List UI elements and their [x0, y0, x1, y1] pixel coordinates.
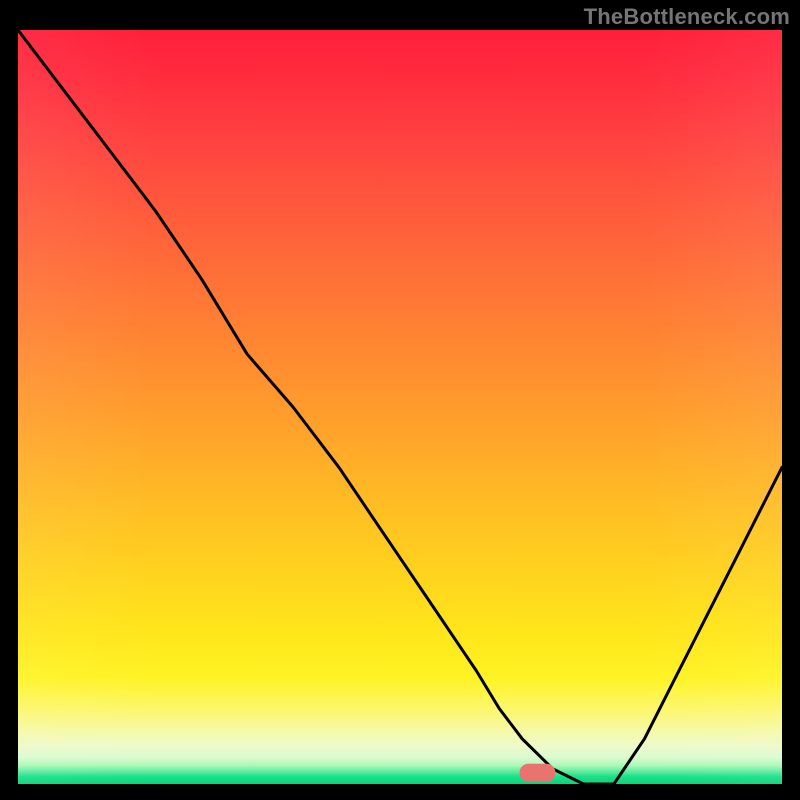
curve-layer — [18, 30, 782, 784]
bottleneck-curve — [18, 30, 782, 784]
watermark-text: TheBottleneck.com — [584, 4, 790, 30]
optimal-marker — [520, 764, 556, 782]
plot-area — [18, 30, 782, 784]
chart-frame: TheBottleneck.com — [0, 0, 800, 800]
